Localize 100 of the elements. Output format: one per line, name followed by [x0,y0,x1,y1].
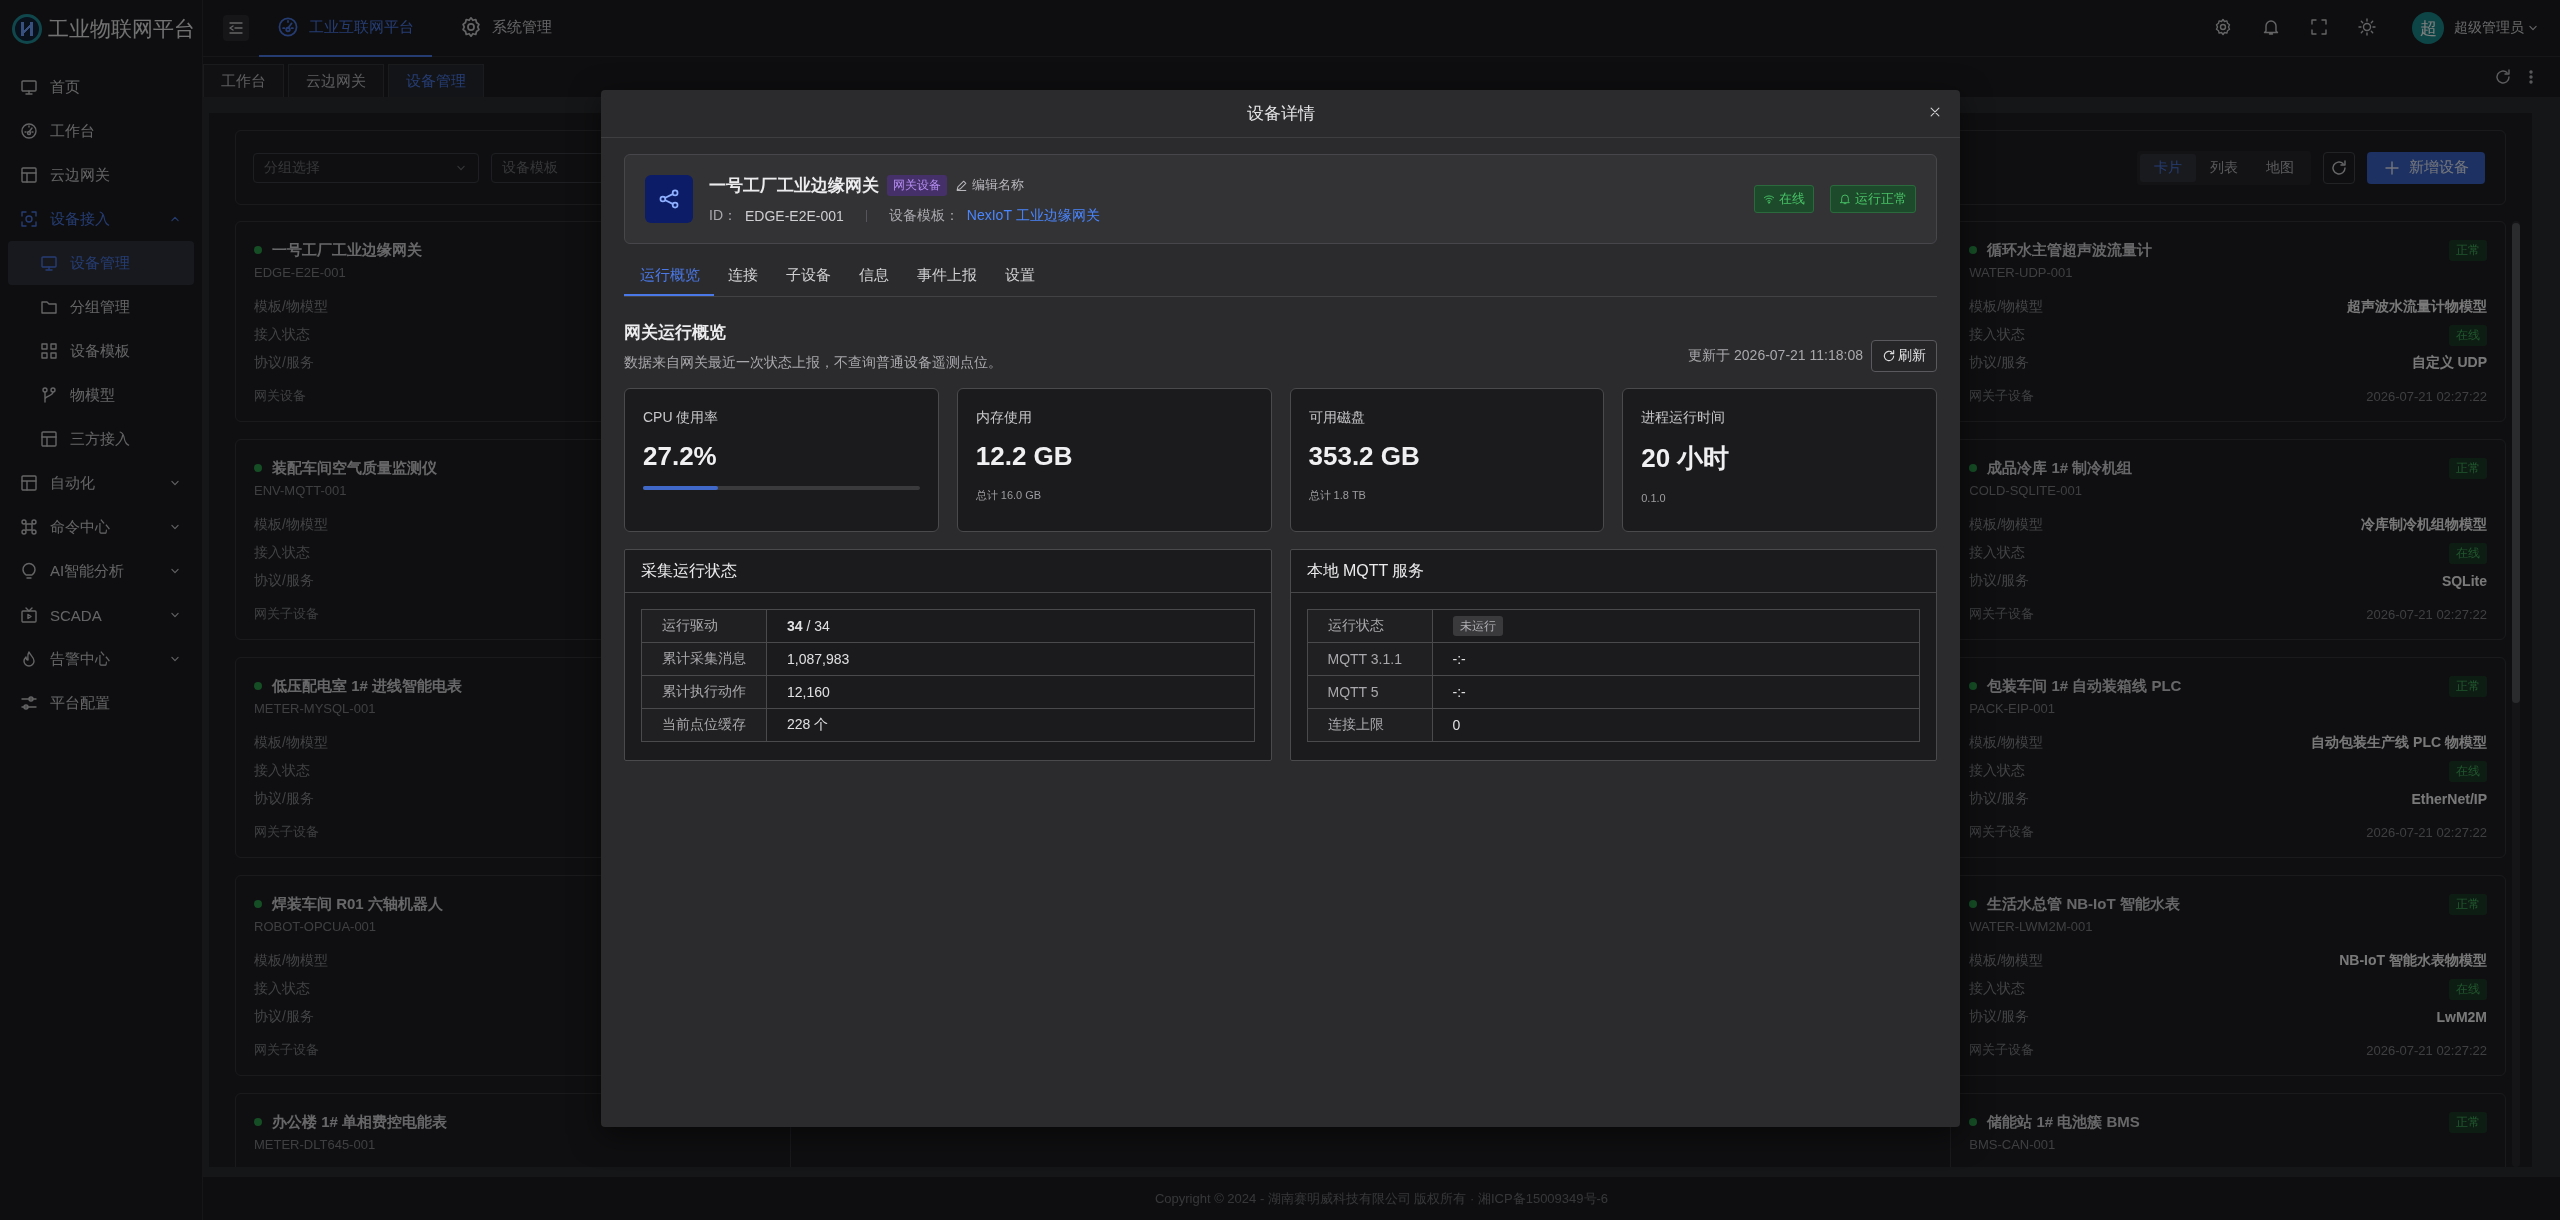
nav-tab[interactable]: 系统管理 [442,0,570,57]
page-tab[interactable]: 云边网关 [288,64,384,97]
dialog-tab[interactable]: 运行概览 [624,256,714,296]
bell-icon [1839,193,1851,205]
table-cell: MQTT 3.1.1 [1307,642,1432,676]
table-cell: 12,160 [766,675,1254,709]
settings-icon[interactable] [2214,17,2232,36]
monitor-icon [20,78,38,96]
table-cell: 当前点位缓存 [641,708,767,742]
settings-icon [460,16,482,38]
logo-icon [12,13,42,44]
sidebar-item[interactable]: 平台配置 [8,681,194,725]
add-device-button[interactable]: 新增设备 [2367,151,2485,184]
stat-value: 27.2% [643,441,718,472]
sidebar-item[interactable]: 首页 [8,65,194,109]
sidebar-item[interactable]: SCADA [8,593,194,637]
sliders-icon [20,694,38,712]
stat-note: 0.1.0 [1641,492,1667,504]
device-name: 生活水总管 NB-IoT 智能水表 [1987,894,2180,914]
panel-title: 采集运行状态 [625,550,1271,593]
field-value: SQLite [2441,573,2487,589]
section-title: 网关运行概览 [624,322,727,344]
branch-icon [40,386,58,404]
monitor-icon [40,254,58,272]
refresh-button[interactable] [2323,151,2355,184]
device-name: 一号工厂工业边缘网关 [709,174,879,197]
view-toggle[interactable]: 列表 [2196,153,2252,182]
device-name: 储能站 1# 电池簇 BMS [1987,1112,2140,1132]
table-cell: 连接上限 [1307,708,1432,742]
tv-icon [20,606,38,624]
table-cell: 累计执行动作 [641,675,767,709]
table-cell: 1,087,983 [766,642,1254,676]
table-cell: 运行驱动 [641,609,767,643]
sidebar-item[interactable]: 命令中心 [8,505,194,549]
sidebar-item[interactable]: 云边网关 [8,153,194,197]
table-cell: -:- [1432,675,1920,709]
sidebar-item[interactable]: 物模型 [8,373,194,417]
device-id: EDGE-E2E-001 [745,207,844,224]
flame-icon [20,650,38,668]
page-tab[interactable]: 工作台 [203,64,284,97]
device-name: 包装车间 1# 自动装箱线 PLC [1987,676,2182,696]
gauge-icon [20,122,38,140]
panel-title: 本地 MQTT 服务 [1290,550,1936,593]
dialog-tab[interactable]: 连接 [714,256,772,296]
bell-icon[interactable] [2262,17,2280,36]
refresh-icon[interactable] [2494,68,2512,86]
command-icon [20,518,38,536]
refresh-icon [2330,158,2348,177]
plus-icon [2383,158,2401,177]
pencil-icon [955,178,968,192]
fullscreen-icon[interactable] [2310,17,2328,36]
dialog-tab[interactable]: 设置 [991,256,1049,296]
sidebar-item[interactable]: 工作台 [8,109,194,153]
table-cell: 34 / 34 [766,609,1254,643]
stat-label: 可用磁盘 [1308,409,1366,427]
sidebar-item[interactable]: 告警中心 [8,637,194,681]
layout-icon [20,166,38,184]
table-cell: -:- [1432,642,1920,676]
stat-label: 进程运行时间 [1641,409,1727,427]
sidebar-item[interactable]: AI智能分析 [8,549,194,593]
field-value: LwM2M [2436,1009,2487,1025]
device-name: 装配车间空气质量监测仪 [272,458,437,478]
field-value: 自动包装生产线 PLC 物模型 [2311,734,2487,752]
field-value: NB-IoT 智能水表物模型 [2339,952,2487,970]
table-cell: 累计采集消息 [641,642,767,676]
dialog-tab[interactable]: 事件上报 [903,256,991,296]
status-badge: 运行正常 [1830,185,1916,213]
folder-icon [40,298,58,316]
sidebar-item[interactable]: 设备接入 [8,197,194,241]
stat-value: 12.2 GB [975,441,1074,472]
table-cell: 运行状态 [1307,609,1432,643]
template-label: 设备模板： [888,206,959,225]
table-cell: MQTT 5 [1307,675,1432,709]
dialog-tab[interactable]: 信息 [845,256,903,296]
sidebar-item[interactable]: 三方接入 [8,417,194,461]
stat-value: 353.2 GB [1308,441,1421,472]
layout-icon [40,430,58,448]
refresh-button[interactable]: 刷新 [1871,340,1937,372]
table-cell: 228 个 [766,708,1254,742]
view-toggle[interactable]: 地图 [2252,153,2308,182]
template-link[interactable]: NexIoT 工业边缘网关 [966,206,1100,225]
scrollbar[interactable] [2512,221,2520,1167]
edit-name-button[interactable]: 编辑名称 [955,176,1024,194]
user-avatar[interactable]: 超 [2412,12,2444,44]
sidebar-item[interactable]: 自动化 [8,461,194,505]
field-value: 自定义 UDP [2411,354,2487,372]
sun-icon[interactable] [2358,17,2376,36]
device-name: 成品冷库 1# 制冷机组 [1987,458,2133,478]
page-tab[interactable]: 设备管理 [388,64,484,97]
device-name: 低压配电室 1# 进线智能电表 [272,676,463,696]
app-title: 工业物联网平台 [48,15,195,42]
device-name: 办公楼 1# 单相费控电能表 [272,1112,448,1132]
table-cell: 0 [1432,708,1920,742]
stat-note: 总计 16.0 GB [975,488,1043,503]
device-name: 一号工厂工业边缘网关 [272,240,422,260]
sidebar-item[interactable]: 设备模板 [8,329,194,373]
sidebar-item[interactable]: 分组管理 [8,285,194,329]
scan-icon [20,210,38,228]
user-menu[interactable]: 超级管理员 [2454,19,2540,37]
status-tag: 未运行 [1452,616,1503,636]
